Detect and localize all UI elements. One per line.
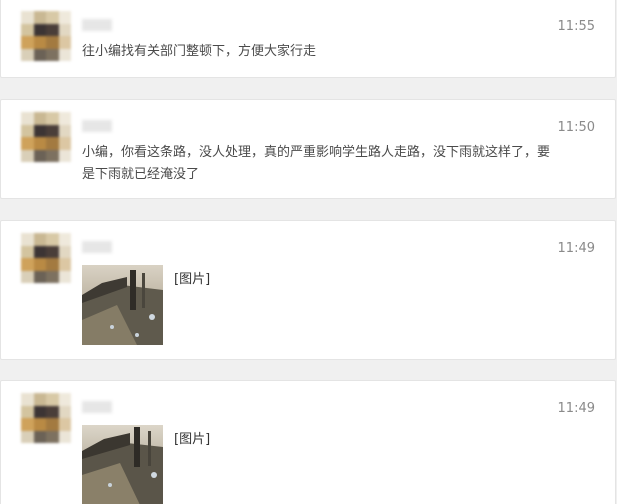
avatar-pixel [46, 393, 59, 406]
message-time: 11:50 [557, 120, 595, 135]
avatar-pixel [58, 11, 71, 24]
avatar-pixel [58, 124, 71, 137]
avatar-pixel [58, 233, 71, 246]
message-time: 11:55 [557, 19, 595, 34]
avatar-pixel [58, 245, 71, 258]
avatar-pixel [58, 48, 71, 61]
avatar-pixel [33, 124, 46, 137]
avatar-pixel [46, 233, 59, 246]
sender-name-blurred [82, 120, 112, 132]
avatar-pixel [33, 233, 46, 246]
avatar-pixel [21, 418, 34, 431]
avatar-pixel [58, 270, 71, 283]
avatar-pixel [21, 11, 34, 24]
avatar-pixel [21, 233, 34, 246]
avatar-pixel [58, 36, 71, 49]
avatar-pixel [46, 11, 59, 24]
avatar-pixel [21, 430, 34, 443]
avatar-pixel [58, 112, 71, 125]
road-photo-icon [82, 425, 163, 504]
avatar-pixel [33, 48, 46, 61]
sender-name-blurred [82, 19, 112, 31]
image-placeholder-label: [图片] [174, 432, 211, 447]
avatar-pixel [58, 393, 71, 406]
message-card[interactable]: 11:49 [图片] [0, 220, 616, 360]
avatar-pixel [21, 48, 34, 61]
sender-name-blurred [82, 401, 112, 413]
avatar-pixel [46, 124, 59, 137]
message-text: 小编，你看这条路，没人处理，真的严重影响学生路人走路，没下雨就这样了，要是下雨就… [82, 145, 551, 182]
avatar-pixel [33, 270, 46, 283]
avatar-pixel [33, 112, 46, 125]
avatar-pixel [33, 23, 46, 36]
photo-thumbnail[interactable] [82, 425, 163, 504]
avatar-pixel [46, 405, 59, 418]
avatar-pixel [46, 245, 59, 258]
avatar-pixel [46, 36, 59, 49]
avatar-pixel [58, 137, 71, 150]
photo-thumbnail[interactable] [82, 265, 163, 345]
avatar-pixel [21, 149, 34, 162]
avatar-pixel [21, 245, 34, 258]
avatar-pixel [58, 258, 71, 271]
avatar[interactable] [21, 112, 71, 162]
avatar[interactable] [21, 393, 71, 443]
avatar-pixel [33, 405, 46, 418]
avatar-pixel [33, 149, 46, 162]
avatar-pixel [46, 270, 59, 283]
avatar-pixel [21, 23, 34, 36]
avatar-pixel [21, 124, 34, 137]
message-time: 11:49 [557, 401, 595, 416]
avatar-pixel [33, 245, 46, 258]
avatar[interactable] [21, 233, 71, 283]
avatar-pixel [33, 258, 46, 271]
avatar-pixel [21, 258, 34, 271]
message-card[interactable]: 11:55 往小编找有关部门整顿下，方便大家行走 [0, 0, 616, 78]
avatar-pixel [58, 149, 71, 162]
avatar-pixel [33, 418, 46, 431]
avatar-pixel [58, 430, 71, 443]
avatar-pixel [58, 23, 71, 36]
avatar-pixel [46, 430, 59, 443]
avatar-pixel [46, 258, 59, 271]
avatar-pixel [46, 149, 59, 162]
avatar-pixel [58, 418, 71, 431]
avatar-pixel [33, 11, 46, 24]
avatar-pixel [58, 405, 71, 418]
avatar-pixel [46, 23, 59, 36]
message-time: 11:49 [557, 241, 595, 256]
avatar-pixel [21, 270, 34, 283]
message-text: 往小编找有关部门整顿下，方便大家行走 [82, 44, 317, 59]
avatar-pixel [46, 137, 59, 150]
avatar-pixel [33, 36, 46, 49]
road-photo-icon [82, 265, 163, 345]
avatar-pixel [46, 112, 59, 125]
avatar-pixel [33, 137, 46, 150]
message-feed: 11:55 往小编找有关部门整顿下，方便大家行走 11:50 小编，你看这条路，… [0, 0, 617, 504]
avatar-pixel [33, 430, 46, 443]
message-card[interactable]: 11:49 [图片] [0, 380, 616, 504]
avatar-pixel [21, 405, 34, 418]
avatar[interactable] [21, 11, 71, 61]
sender-name-blurred [82, 241, 112, 253]
image-placeholder-label: [图片] [174, 272, 211, 287]
avatar-pixel [46, 48, 59, 61]
avatar-pixel [21, 112, 34, 125]
avatar-pixel [21, 393, 34, 406]
avatar-pixel [33, 393, 46, 406]
avatar-pixel [21, 137, 34, 150]
avatar-pixel [21, 36, 34, 49]
message-card[interactable]: 11:50 小编，你看这条路，没人处理，真的严重影响学生路人走路，没下雨就这样了… [0, 99, 616, 199]
avatar-pixel [46, 418, 59, 431]
